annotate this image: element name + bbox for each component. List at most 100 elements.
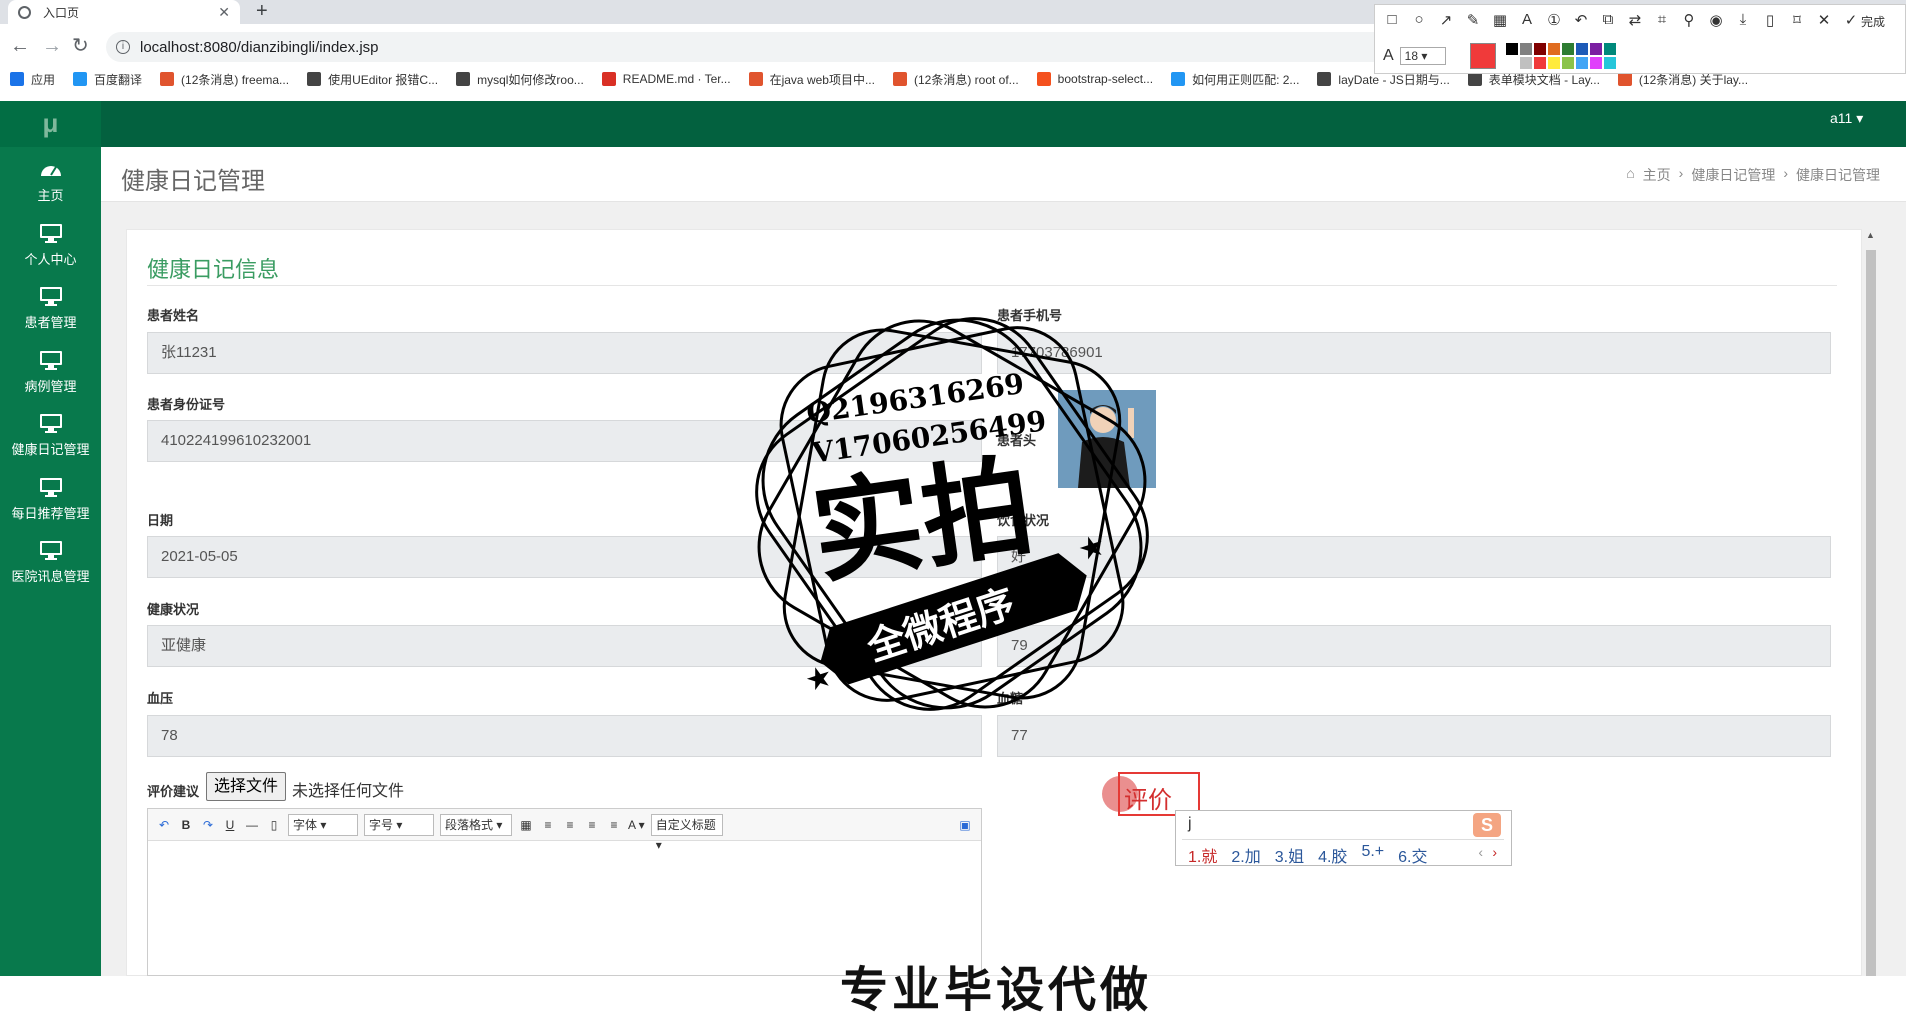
bookmark-tool-icon[interactable]: ⌑ xyxy=(1788,11,1806,29)
card-title: 健康日记信息 xyxy=(147,257,280,282)
record-icon[interactable]: ◉ xyxy=(1707,11,1725,29)
color-swatch[interactable] xyxy=(1575,57,1588,69)
forward-icon[interactable]: → xyxy=(42,34,62,58)
bookmark-label: mysql如何修改roo... xyxy=(477,72,584,87)
color-swatch[interactable] xyxy=(1533,57,1546,69)
new-tab-button[interactable]: + xyxy=(256,0,268,22)
scrollbar[interactable]: ▲ xyxy=(1866,230,1876,976)
done-button[interactable]: 完成 xyxy=(1861,13,1885,30)
color-swatch[interactable] xyxy=(1505,43,1518,55)
bookmark-item[interactable]: 应用 xyxy=(10,71,55,88)
color-swatch[interactable] xyxy=(1561,57,1574,69)
align-center-icon[interactable]: ≡ xyxy=(584,818,600,832)
sidebar-item-label: 每日推荐管理 xyxy=(11,505,90,521)
tab-title: 入口页 xyxy=(43,5,80,20)
bookmark-item[interactable]: (12条消息) root of... xyxy=(892,71,1019,88)
check-icon[interactable]: ✓ xyxy=(1842,11,1860,29)
pin-icon[interactable]: ⚲ xyxy=(1680,11,1698,29)
download-icon[interactable]: ⤓ xyxy=(1734,11,1752,29)
bookmark-item[interactable]: 在java web项目中... xyxy=(748,71,875,88)
bookmark-item[interactable]: 如何用正则匹配: 2... xyxy=(1171,71,1299,88)
ime-candidate[interactable]: 2.加 xyxy=(1231,843,1260,867)
bookmark-item[interactable]: bootstrap-select... xyxy=(1036,72,1153,86)
color-swatch[interactable] xyxy=(1589,57,1602,69)
info-icon[interactable]: i xyxy=(116,40,130,54)
font-family-select[interactable]: 字体 ▾ xyxy=(288,813,358,836)
color-swatch[interactable] xyxy=(1547,57,1560,69)
text-tool-icon[interactable]: A xyxy=(1518,11,1536,29)
ime-candidate[interactable]: 4.胶 xyxy=(1318,843,1347,867)
close-icon[interactable]: ✕ xyxy=(218,4,230,21)
bookmark-item[interactable]: 使用UEditor 报错C... xyxy=(307,71,438,88)
horizontal-rule-icon[interactable]: — xyxy=(244,818,260,832)
align-right-icon[interactable]: ≡ xyxy=(562,818,578,832)
bookmark-item[interactable]: README.md · Ter... xyxy=(601,72,731,86)
browser-tab[interactable]: 入口页 ✕ xyxy=(8,0,240,24)
bookmark-item[interactable]: mysql如何修改roo... xyxy=(456,71,584,88)
underline-icon[interactable]: U xyxy=(222,818,238,832)
ocr-tool-icon[interactable]: ⌗ xyxy=(1653,11,1671,29)
ime-divider xyxy=(1182,839,1504,840)
phone-icon[interactable]: ▯ xyxy=(1761,11,1779,29)
cancel-icon[interactable]: ✕ xyxy=(1815,11,1833,29)
document-icon[interactable]: ▯ xyxy=(266,818,282,832)
color-swatch[interactable] xyxy=(1547,43,1560,55)
fullscreen-icon[interactable]: ▣ xyxy=(957,818,973,832)
mosaic-tool-icon[interactable]: ▦ xyxy=(1491,11,1509,29)
font-color-icon[interactable]: A ▾ xyxy=(628,818,645,832)
color-swatch[interactable] xyxy=(1533,43,1546,55)
choose-file-button[interactable]: 选择文件 xyxy=(206,772,286,801)
bookmark-item[interactable]: (12条消息) freema... xyxy=(160,71,289,88)
color-swatch[interactable] xyxy=(1575,43,1588,55)
number-tool-icon[interactable]: ① xyxy=(1545,11,1563,29)
paragraph-format-select[interactable]: 段落格式 ▾ xyxy=(440,813,512,836)
ime-next-icon[interactable]: › xyxy=(1492,844,1497,860)
font-size-select[interactable]: 字号 ▾ xyxy=(364,813,434,836)
ime-candidate[interactable]: 5.+ xyxy=(1361,843,1384,867)
pen-tool-icon[interactable]: ✎ xyxy=(1464,11,1482,29)
star-icon: ★ xyxy=(1074,528,1110,568)
bold-icon[interactable]: B xyxy=(178,818,194,832)
crop-icon[interactable]: ⧉ xyxy=(1599,11,1617,29)
rectangle-tool-icon[interactable]: □ xyxy=(1383,11,1401,29)
bookmark-icon xyxy=(1036,72,1051,86)
scroll-thumb[interactable] xyxy=(1866,250,1876,976)
arrow-tool-icon[interactable]: ↗ xyxy=(1437,11,1455,29)
breadcrumb-home[interactable]: 主页 xyxy=(1643,165,1671,185)
ime-candidate[interactable]: 6.交 xyxy=(1398,843,1427,867)
scroll-up-icon[interactable]: ▲ xyxy=(1866,230,1875,240)
redo-icon[interactable]: ↷ xyxy=(200,818,216,832)
current-color-swatch[interactable] xyxy=(1469,43,1496,69)
ime-prev-icon[interactable]: ‹ xyxy=(1478,844,1483,860)
color-swatch[interactable] xyxy=(1561,43,1574,55)
color-swatch[interactable] xyxy=(1589,43,1602,55)
ime-candidate[interactable]: 1.就 xyxy=(1188,843,1217,867)
user-menu[interactable]: a11 ▾ xyxy=(1830,110,1863,127)
font-size-select[interactable]: 18 ▾ xyxy=(1399,47,1446,65)
custom-title-select[interactable]: 自定义标题 ▾ xyxy=(650,813,723,852)
align-left-icon[interactable]: ≡ xyxy=(540,818,556,832)
ime-input: j xyxy=(1188,815,1192,832)
breadcrumb-section[interactable]: 健康日记管理 xyxy=(1691,165,1775,185)
sidebar-item[interactable]: 医院讯息管理 xyxy=(0,528,101,605)
color-swatch[interactable] xyxy=(1603,43,1616,55)
color-swatch[interactable] xyxy=(1519,57,1532,69)
color-swatch[interactable] xyxy=(1603,57,1616,69)
reload-icon[interactable]: ↻ xyxy=(72,34,89,58)
ime-logo-icon: S xyxy=(1473,813,1501,837)
color-swatch[interactable] xyxy=(1505,57,1518,69)
align-justify-icon[interactable]: ≡ xyxy=(606,818,622,832)
back-icon[interactable]: ← xyxy=(10,34,30,58)
table-icon[interactable]: ▦ xyxy=(518,818,534,832)
undo-icon[interactable]: ↶ xyxy=(156,818,172,832)
bookmark-label: (12条消息) root of... xyxy=(913,72,1019,87)
translate-tool-icon[interactable]: ⇄ xyxy=(1626,11,1644,29)
ellipse-tool-icon[interactable]: ○ xyxy=(1410,11,1428,29)
bookmark-label: README.md · Ter... xyxy=(622,72,731,86)
color-swatch[interactable] xyxy=(1519,43,1532,55)
bookmark-label: 使用UEditor 报错C... xyxy=(328,72,439,87)
bookmark-item[interactable]: 百度翻译 xyxy=(73,71,142,88)
bookmark-label: (12条消息) freema... xyxy=(181,72,290,87)
ime-candidate[interactable]: 3.姐 xyxy=(1275,843,1304,867)
undo-icon[interactable]: ↶ xyxy=(1572,11,1590,29)
